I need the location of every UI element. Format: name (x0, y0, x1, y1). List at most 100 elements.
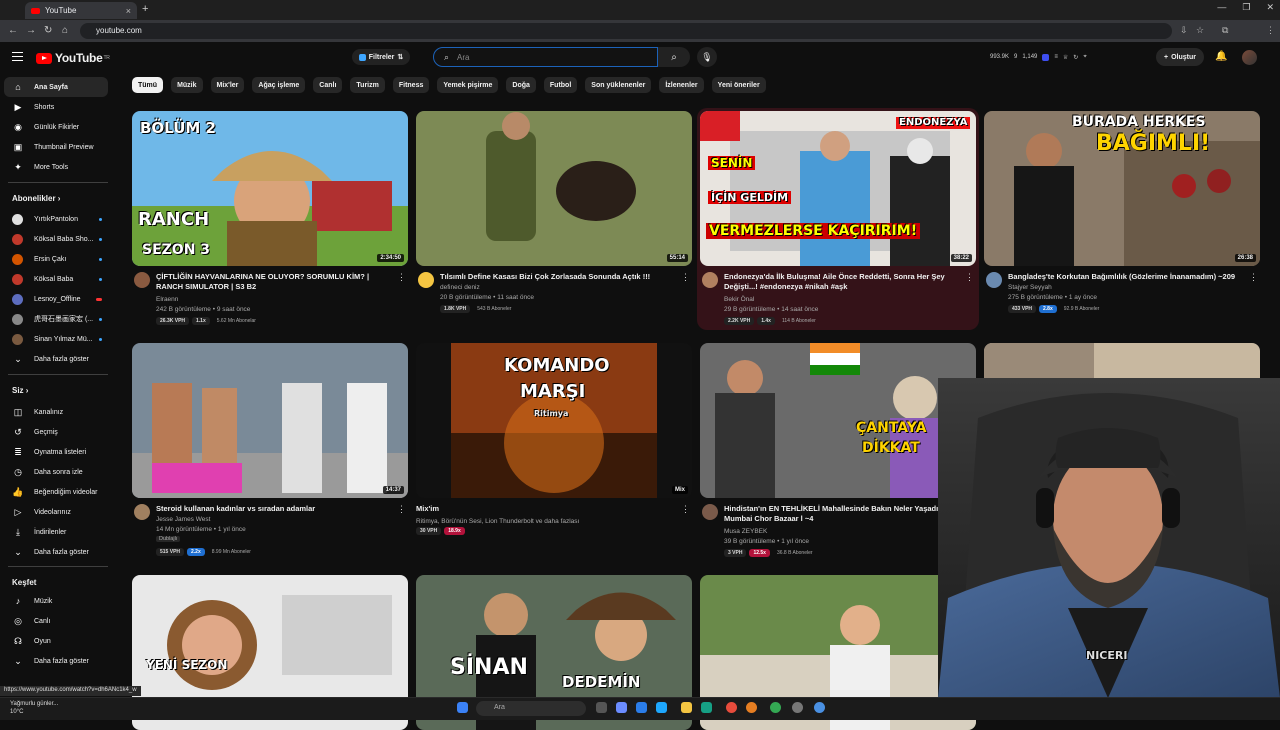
video-thumbnail[interactable]: BÖLÜM 2 RANCH SEZON 3 2:34:50 (132, 111, 408, 266)
back-icon[interactable]: ← (8, 25, 18, 36)
video-thumbnail[interactable]: KOMANDO MARŞI Ritimya Mix (416, 343, 692, 498)
filter-chip[interactable]: Son yüklenenler (585, 77, 652, 93)
opera-icon[interactable] (726, 702, 737, 713)
more-actions-icon[interactable]: ⋮ (1249, 272, 1258, 283)
video-title[interactable]: Hindistan'ın EN TEHLİKELİ Mahallesinde B… (724, 504, 960, 524)
more-actions-icon[interactable]: ⋮ (681, 272, 690, 283)
more-actions-icon[interactable]: ⋮ (965, 272, 974, 283)
sidebar-item[interactable]: 👍 Beğendiğim videolar (4, 482, 108, 502)
sidebar-item[interactable]: ↺ Geçmiş (4, 422, 108, 442)
firefox-icon[interactable] (746, 702, 757, 713)
notifications-bell-icon[interactable]: 🔔 (1215, 51, 1227, 62)
filter-chip[interactable]: Mix'ler (210, 77, 245, 93)
minimize-icon[interactable]: — (1217, 2, 1226, 13)
sidebar-item[interactable]: ⌂ Ana Sayfa (4, 77, 108, 97)
extension-icon[interactable] (1042, 53, 1050, 61)
subscriptions-heading[interactable]: Abonelikler › (12, 194, 60, 203)
video-card[interactable]: 14:37 Steroid kullanan kadınlar vs sırada… (132, 343, 408, 558)
sidebar-item[interactable]: ≣ Oynatma listeleri (4, 442, 108, 462)
obs-icon[interactable] (792, 702, 803, 713)
search-button[interactable]: ⌕ (658, 47, 690, 67)
search-input[interactable]: ⌕ Ara (433, 47, 658, 67)
start-icon[interactable] (457, 702, 468, 713)
channel-name[interactable]: Musa ZEYBEK (724, 528, 767, 535)
sidebar-item[interactable]: ◉ Günlük Fikirler (4, 117, 108, 137)
video-thumbnail[interactable]: 14:37 (132, 343, 408, 498)
channel-avatar[interactable] (134, 272, 150, 288)
filter-chip[interactable]: Ağaç işleme (252, 77, 306, 93)
subscription-item[interactable]: Sinan Yılmaz Mü... (4, 329, 108, 349)
channel-avatar[interactable] (134, 504, 150, 520)
subscription-item[interactable]: Köksal Baba Sho... (4, 229, 108, 249)
video-thumbnail[interactable]: ÇANTAYADİKKAT27:56 (700, 343, 976, 498)
video-thumbnail[interactable]: ENDONEZYA SENİN İÇİN GELDİM VERMEZLERSE KAÇ… (700, 111, 976, 266)
sidebar-item[interactable]: ♪ Müzik (4, 591, 108, 611)
new-tab-icon[interactable]: + (142, 3, 148, 15)
reload-icon[interactable]: ↻ (44, 25, 52, 36)
close-window-icon[interactable]: ✕ (1266, 2, 1274, 13)
video-card[interactable]: ÇANTAYADİKKAT27:56 Hindistan'ın EN TEHLİK… (700, 343, 976, 558)
refresh-icon[interactable]: ↻ (1073, 54, 1078, 61)
channel-avatar[interactable] (702, 504, 718, 520)
filter-chip[interactable]: Fitness (392, 77, 430, 93)
channel-name[interactable]: Jesse James West (156, 516, 210, 523)
sidebar-item[interactable]: ⌄ Daha fazla göster (4, 651, 108, 671)
sidebar-item[interactable]: ◷ Daha sonra izle (4, 462, 108, 482)
subscription-item[interactable]: Ersin Çakı (4, 249, 108, 269)
video-thumbnail[interactable]: BURADA HERKES BAĞIMLI! 26:38 (984, 111, 1260, 266)
edge-icon[interactable] (656, 702, 667, 713)
video-title[interactable]: Tılsımlı Define Kasası Bizi Çok Zorlasad… (440, 272, 676, 282)
filter-chip[interactable]: Futbol (543, 77, 578, 93)
video-card[interactable]: BÖLÜM 2 RANCH SEZON 3 2:34:50 ÇİFTLİĞİN HAYV… (132, 111, 408, 326)
menu-icon[interactable] (12, 52, 23, 61)
more-actions-icon[interactable]: ⋮ (397, 272, 406, 283)
account-avatar[interactable] (1242, 50, 1257, 65)
sidebar-item[interactable]: ◫ Kanalınız (4, 402, 108, 422)
filter-chip[interactable]: Doğa (506, 77, 536, 93)
sidebar-item[interactable]: ▣ Thumbnail Preview (4, 137, 108, 157)
filter-chip[interactable]: Turizm (350, 77, 385, 93)
video-title[interactable]: Steroid kullanan kadınlar vs sıradan ada… (156, 504, 392, 514)
sidebar-item[interactable]: ◎ Canlı (4, 611, 108, 631)
subscription-item[interactable]: YırtıkPantolon (4, 209, 108, 229)
voice-search-button[interactable]: 🎙 (697, 47, 717, 67)
install-icon[interactable]: ⇩ (1180, 25, 1188, 36)
home-browser-icon[interactable]: ⌂ (62, 25, 68, 36)
explorer-icon[interactable] (681, 702, 692, 713)
video-thumbnail[interactable]: 55:14 (416, 111, 692, 266)
subscription-item[interactable]: Lesnoy_Offline (4, 289, 108, 309)
sidebar-item[interactable]: ☊ Oyun (4, 631, 108, 651)
task-view-icon[interactable] (596, 702, 607, 713)
trophy-icon[interactable]: ♕ (1063, 54, 1068, 61)
sidebar-item[interactable]: ▶ Shorts (4, 97, 108, 117)
filter-chip[interactable]: Müzik (171, 77, 203, 93)
subscription-item[interactable]: 虎哥石墨画家宏 (... (4, 309, 108, 329)
filters-button[interactable]: Filtreler ⇅ (352, 49, 410, 65)
browser-menu-icon[interactable]: ⋮ (1266, 25, 1275, 36)
video-title[interactable]: Bangladeş'te Korkutan Bağımlılık (Gözler… (1008, 272, 1244, 282)
address-bar[interactable]: youtube.com (80, 23, 1172, 39)
pin-icon[interactable]: ⌖ (1083, 54, 1086, 61)
channel-avatar[interactable] (702, 272, 718, 288)
video-card[interactable]: BURADA HERKES BAĞIMLI! 26:38 Bangladeş'te K… (984, 111, 1260, 326)
browser-tab[interactable]: YouTube × (25, 2, 137, 19)
sidebar-item[interactable]: ✦ More Tools (4, 157, 108, 177)
filter-chip[interactable]: Yemek pişirme (437, 77, 499, 93)
show-more-subscriptions[interactable]: ⌄ Daha fazla göster (4, 349, 108, 369)
copilot-icon[interactable] (616, 702, 627, 713)
taskbar-search[interactable]: Ara (476, 701, 586, 716)
more-actions-icon[interactable]: ⋮ (681, 504, 690, 515)
extensions-icon[interactable]: ⧉ (1222, 25, 1228, 36)
more-actions-icon[interactable]: ⋮ (397, 504, 406, 515)
video-title[interactable]: Endonezya'da İlk Buluşma! Aile Önce Redd… (724, 272, 960, 292)
channel-avatar[interactable] (986, 272, 1002, 288)
channel-name[interactable]: Bekir Önal (724, 296, 754, 303)
channel-name[interactable]: Elraenn (156, 296, 178, 303)
forward-icon[interactable]: → (26, 25, 36, 36)
you-heading[interactable]: Siz › (12, 386, 28, 395)
video-title[interactable]: Mix'im (416, 504, 652, 514)
channel-avatar[interactable] (418, 272, 434, 288)
video-title[interactable]: ÇİFTLİĞİN HAYVANLARINA NE OLUYOR? SORUML… (156, 272, 392, 292)
sidebar-item[interactable]: ▷ Videolarınız (4, 502, 108, 522)
subscription-item[interactable]: Köksal Baba (4, 269, 108, 289)
